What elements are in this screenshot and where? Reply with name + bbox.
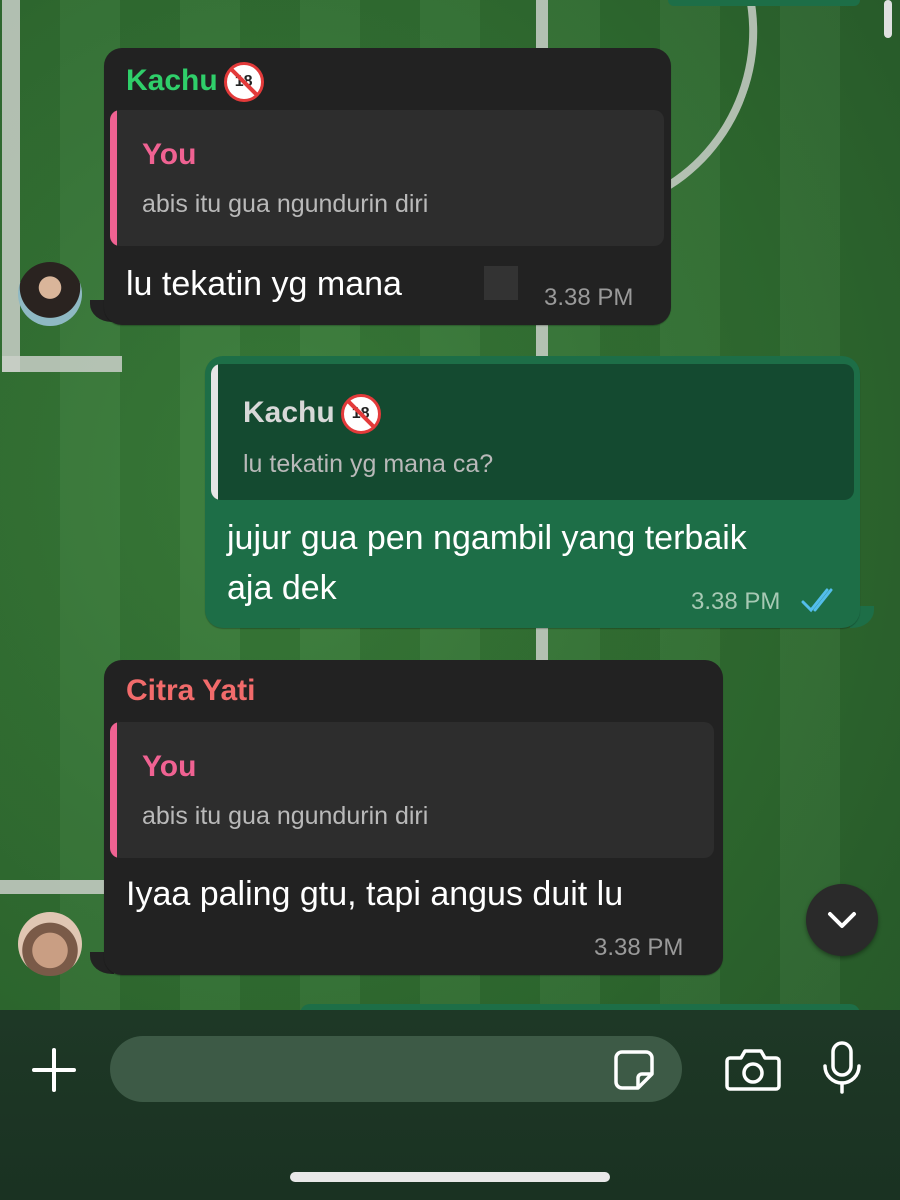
wallpaper-line bbox=[2, 0, 20, 372]
plus-icon bbox=[32, 1048, 76, 1092]
quoted-reply[interactable]: You abis itu gua ngundurin diri bbox=[110, 722, 714, 858]
reply-text: lu tekatin yg mana ca? bbox=[243, 450, 494, 478]
message-bubble-incoming[interactable]: Kachu 18 You abis itu gua ngundurin diri … bbox=[104, 48, 671, 325]
message-time: 3.38 PM bbox=[691, 588, 781, 615]
message-bubble-outgoing[interactable]: Kachu 18 lu tekatin yg mana ca? jujur gua… bbox=[205, 356, 860, 628]
camera-button[interactable] bbox=[724, 1044, 782, 1094]
quoted-reply[interactable]: You abis itu gua ngundurin diri bbox=[110, 110, 664, 246]
no-under-18-emoji: 18 bbox=[223, 62, 264, 102]
reply-accent-bar bbox=[211, 364, 218, 500]
attach-button[interactable] bbox=[30, 1046, 78, 1094]
wallpaper-line bbox=[0, 880, 108, 894]
wallpaper-line bbox=[2, 356, 122, 372]
scroll-to-bottom-button[interactable] bbox=[806, 884, 878, 956]
message-text: lu tekatin yg mana bbox=[126, 265, 402, 303]
avatar-kachu[interactable] bbox=[18, 262, 82, 326]
message-text-line-1: jujur gua pen ngambil yang terbaik bbox=[227, 519, 747, 557]
reply-text: abis itu gua ngundurin diri bbox=[142, 802, 429, 830]
sender-name[interactable]: Citra Yati bbox=[126, 674, 256, 708]
previous-bubble-edge bbox=[668, 0, 860, 6]
reply-accent-bar bbox=[110, 722, 117, 858]
reply-accent-bar bbox=[110, 110, 117, 246]
message-text-line-2: aja dek bbox=[227, 569, 337, 607]
message-input[interactable] bbox=[110, 1036, 682, 1102]
message-bubble-incoming[interactable]: Citra Yati You abis itu gua ngundurin di… bbox=[104, 660, 723, 975]
camera-icon bbox=[725, 1049, 781, 1091]
quoted-reply[interactable]: Kachu 18 lu tekatin yg mana ca? bbox=[211, 364, 854, 500]
home-indicator[interactable] bbox=[290, 1172, 610, 1182]
message-time: 3.38 PM bbox=[594, 934, 684, 961]
message-time: 3.38 PM bbox=[544, 284, 634, 311]
reply-author-text: Kachu bbox=[243, 395, 335, 429]
reply-author: You bbox=[142, 138, 197, 171]
wallpaper-line bbox=[536, 320, 548, 358]
message-text: Iyaa paling gtu, tapi angus duit lu bbox=[126, 875, 624, 913]
voice-record-button[interactable] bbox=[820, 1040, 864, 1096]
reply-text: abis itu gua ngundurin diri bbox=[142, 190, 429, 218]
microphone-icon bbox=[823, 1041, 861, 1094]
avatar-citra-yati[interactable] bbox=[18, 912, 82, 976]
chevron-down-icon bbox=[828, 912, 856, 928]
scroll-indicator[interactable] bbox=[884, 0, 892, 38]
sender-name-text: Kachu bbox=[126, 63, 218, 97]
sticker-button[interactable] bbox=[612, 1048, 656, 1092]
read-ticks-icon bbox=[801, 588, 833, 613]
reply-author: Kachu 18 bbox=[243, 394, 381, 434]
reply-author: You bbox=[142, 750, 197, 783]
wallpaper-line bbox=[536, 628, 548, 662]
sender-name[interactable]: Kachu 18 bbox=[126, 62, 264, 102]
no-under-18-emoji: 18 bbox=[340, 394, 381, 434]
sticker-icon bbox=[614, 1050, 654, 1090]
placeholder-square bbox=[484, 266, 518, 300]
